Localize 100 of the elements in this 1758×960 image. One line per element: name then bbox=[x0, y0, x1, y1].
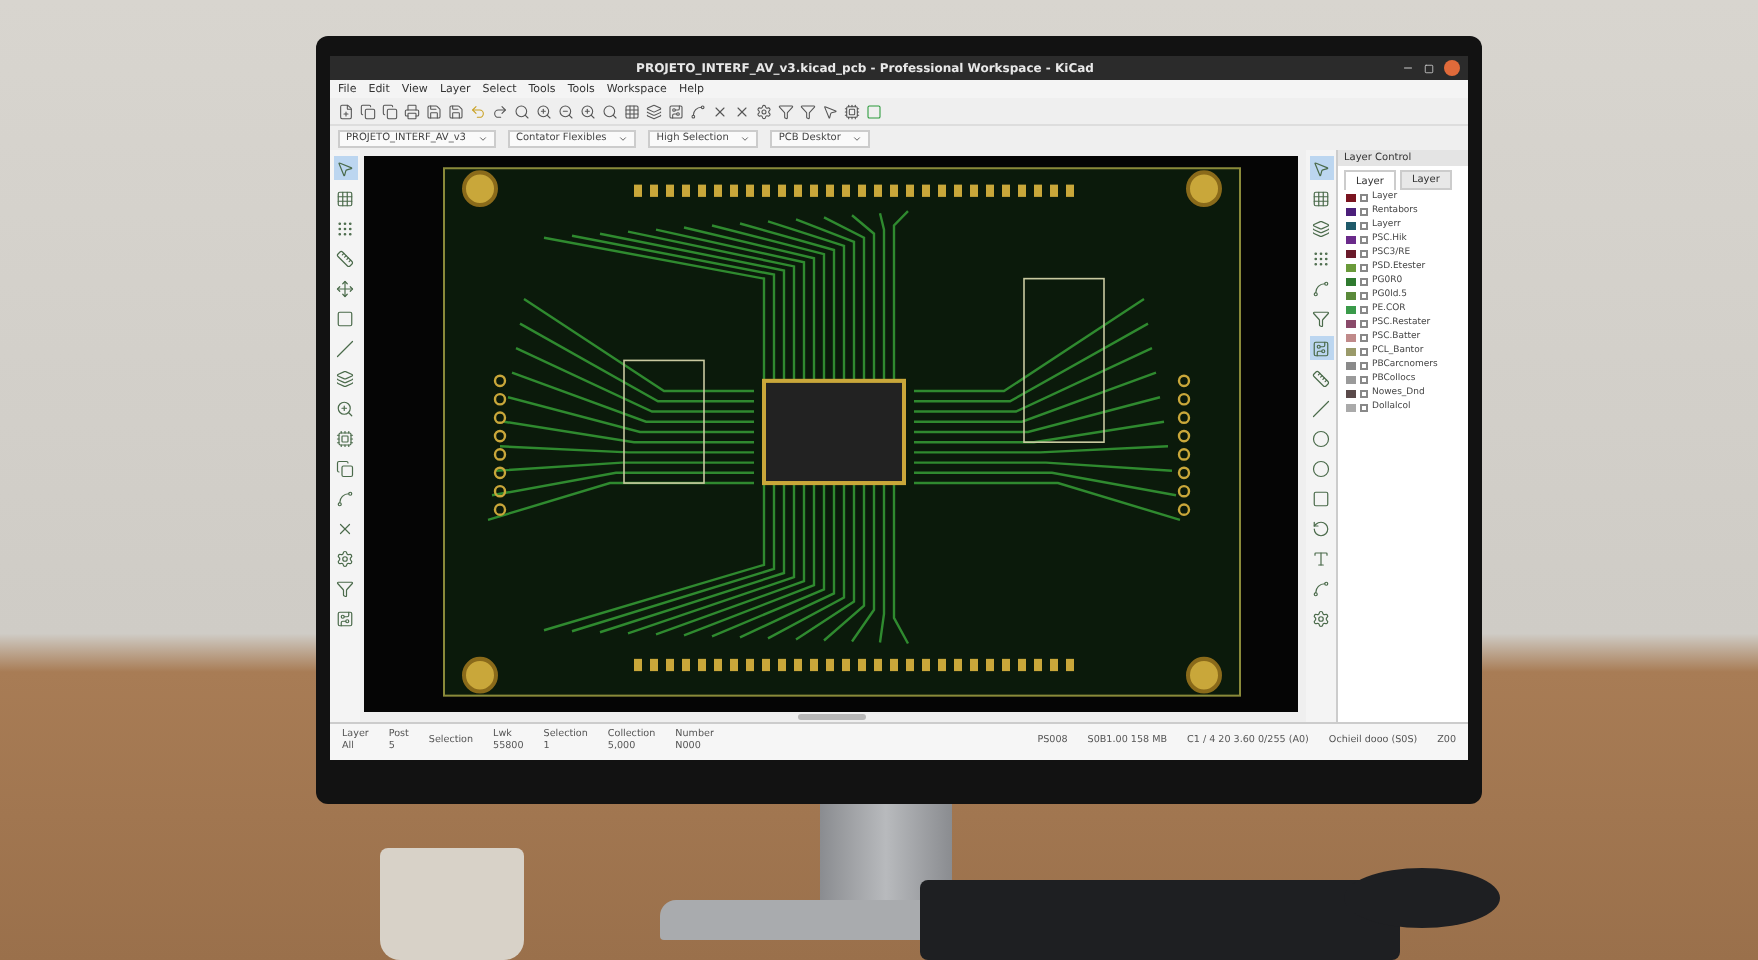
layers-tool-button[interactable] bbox=[333, 366, 357, 390]
save-icon[interactable] bbox=[426, 103, 442, 119]
visibility-checkbox[interactable] bbox=[1360, 319, 1368, 327]
scrollbar-thumb[interactable] bbox=[797, 714, 865, 720]
move-tool-button[interactable] bbox=[333, 276, 357, 300]
funnel-icon[interactable] bbox=[778, 103, 794, 119]
grid-tool-button[interactable] bbox=[1309, 186, 1333, 210]
line-icon bbox=[1312, 399, 1330, 417]
route-tool-button[interactable] bbox=[1309, 276, 1333, 300]
layers-tool-button[interactable] bbox=[1309, 216, 1333, 240]
visibility-checkbox[interactable] bbox=[1360, 403, 1368, 411]
visibility-checkbox[interactable] bbox=[1360, 249, 1368, 257]
gear-tool-button[interactable] bbox=[1309, 606, 1333, 630]
route-icon[interactable] bbox=[690, 103, 706, 119]
zoom-out-icon[interactable] bbox=[558, 103, 574, 119]
board-icon[interactable] bbox=[668, 103, 684, 119]
pointer-tool-button[interactable] bbox=[1309, 156, 1333, 180]
visibility-checkbox[interactable] bbox=[1360, 347, 1368, 355]
funnel-tool-button[interactable] bbox=[1309, 306, 1333, 330]
search-icon[interactable] bbox=[602, 103, 618, 119]
ruler-tool-button[interactable] bbox=[1309, 366, 1333, 390]
layers-icon[interactable] bbox=[646, 103, 662, 119]
visibility-checkbox[interactable] bbox=[1360, 193, 1368, 201]
zoom-in-icon[interactable] bbox=[536, 103, 552, 119]
pointer-icon[interactable] bbox=[822, 103, 838, 119]
dots-tool-button[interactable] bbox=[333, 216, 357, 240]
zoom-tool-button[interactable] bbox=[333, 396, 357, 420]
rect-tool-button[interactable] bbox=[1309, 486, 1333, 510]
grid-icon bbox=[1312, 189, 1330, 207]
mug bbox=[380, 848, 524, 960]
copy-icon[interactable] bbox=[382, 103, 398, 119]
save-icon[interactable] bbox=[448, 103, 464, 119]
visibility-checkbox[interactable] bbox=[1360, 263, 1368, 271]
grid-icon bbox=[336, 189, 354, 207]
zoom-in-icon[interactable] bbox=[580, 103, 596, 119]
ruler-tool-button[interactable] bbox=[333, 246, 357, 270]
grid-tool-button[interactable] bbox=[333, 186, 357, 210]
redo-icon[interactable] bbox=[492, 103, 508, 119]
gear-tool-button[interactable] bbox=[333, 546, 357, 570]
gear-icon bbox=[336, 549, 354, 567]
circle-icon bbox=[1312, 459, 1330, 477]
chip-icon bbox=[336, 609, 354, 627]
circle-icon bbox=[1312, 429, 1330, 447]
cross-icon bbox=[336, 519, 354, 537]
funnel-tool-button[interactable] bbox=[333, 576, 357, 600]
rect-tool-button[interactable] bbox=[333, 306, 357, 330]
route-icon bbox=[1312, 279, 1330, 297]
visibility-checkbox[interactable] bbox=[1360, 235, 1368, 243]
cross-icon[interactable] bbox=[734, 103, 750, 119]
arc-icon bbox=[1312, 519, 1330, 537]
pcb-canvas[interactable] bbox=[364, 156, 1298, 712]
monitor-stand bbox=[820, 804, 952, 900]
grid-icon[interactable] bbox=[624, 103, 640, 119]
arc-tool-button[interactable] bbox=[1309, 516, 1333, 540]
ruler-icon bbox=[1312, 369, 1330, 387]
visibility-checkbox[interactable] bbox=[1360, 277, 1368, 285]
dots-tool-button[interactable] bbox=[1309, 246, 1333, 270]
text-icon bbox=[1312, 549, 1330, 567]
chevron-down-icon bbox=[618, 133, 629, 143]
line-tool-button[interactable] bbox=[333, 336, 357, 360]
visibility-checkbox[interactable] bbox=[1360, 389, 1368, 397]
chip-icon[interactable] bbox=[844, 103, 860, 119]
rect-icon bbox=[1312, 489, 1330, 507]
visibility-checkbox[interactable] bbox=[1360, 361, 1368, 369]
pointer-icon bbox=[336, 159, 354, 177]
line-tool-button[interactable] bbox=[1309, 396, 1333, 420]
maximize-icon[interactable] bbox=[1424, 63, 1434, 73]
chip-tool-button[interactable] bbox=[333, 606, 357, 630]
settings-icon[interactable] bbox=[756, 103, 772, 119]
print-icon[interactable] bbox=[404, 103, 420, 119]
chip-tool-button[interactable] bbox=[1309, 336, 1333, 360]
visibility-checkbox[interactable] bbox=[1360, 333, 1368, 341]
search-icon[interactable] bbox=[514, 103, 530, 119]
route-tool-button[interactable] bbox=[333, 486, 357, 510]
dots-icon bbox=[1312, 249, 1330, 267]
close-icon[interactable] bbox=[1444, 60, 1460, 76]
visibility-checkbox[interactable] bbox=[1360, 221, 1368, 229]
pointer-tool-button[interactable] bbox=[333, 156, 357, 180]
circle-tool-button[interactable] bbox=[1309, 456, 1333, 480]
rect-icon bbox=[336, 309, 354, 327]
route-tool-button[interactable] bbox=[1309, 576, 1333, 600]
new-file-icon[interactable] bbox=[338, 103, 354, 119]
copy-tool-button[interactable] bbox=[333, 456, 357, 480]
funnel-icon bbox=[336, 579, 354, 597]
chevron-down-icon bbox=[478, 133, 488, 143]
circle-tool-button[interactable] bbox=[1309, 426, 1333, 450]
visibility-checkbox[interactable] bbox=[1360, 305, 1368, 313]
layers-icon bbox=[1312, 219, 1330, 237]
visibility-checkbox[interactable] bbox=[1360, 375, 1368, 383]
visibility-checkbox[interactable] bbox=[1360, 291, 1368, 299]
copy-icon[interactable] bbox=[360, 103, 376, 119]
component-tool-button[interactable] bbox=[333, 426, 357, 450]
visibility-checkbox[interactable] bbox=[1360, 207, 1368, 215]
chip-icon bbox=[1312, 339, 1330, 357]
cross-icon[interactable] bbox=[712, 103, 728, 119]
funnel-icon[interactable] bbox=[800, 103, 816, 119]
chevron-down-icon bbox=[852, 133, 863, 143]
move-icon bbox=[336, 279, 354, 297]
minimize-icon[interactable] bbox=[1402, 62, 1414, 74]
layers-icon bbox=[336, 369, 354, 387]
